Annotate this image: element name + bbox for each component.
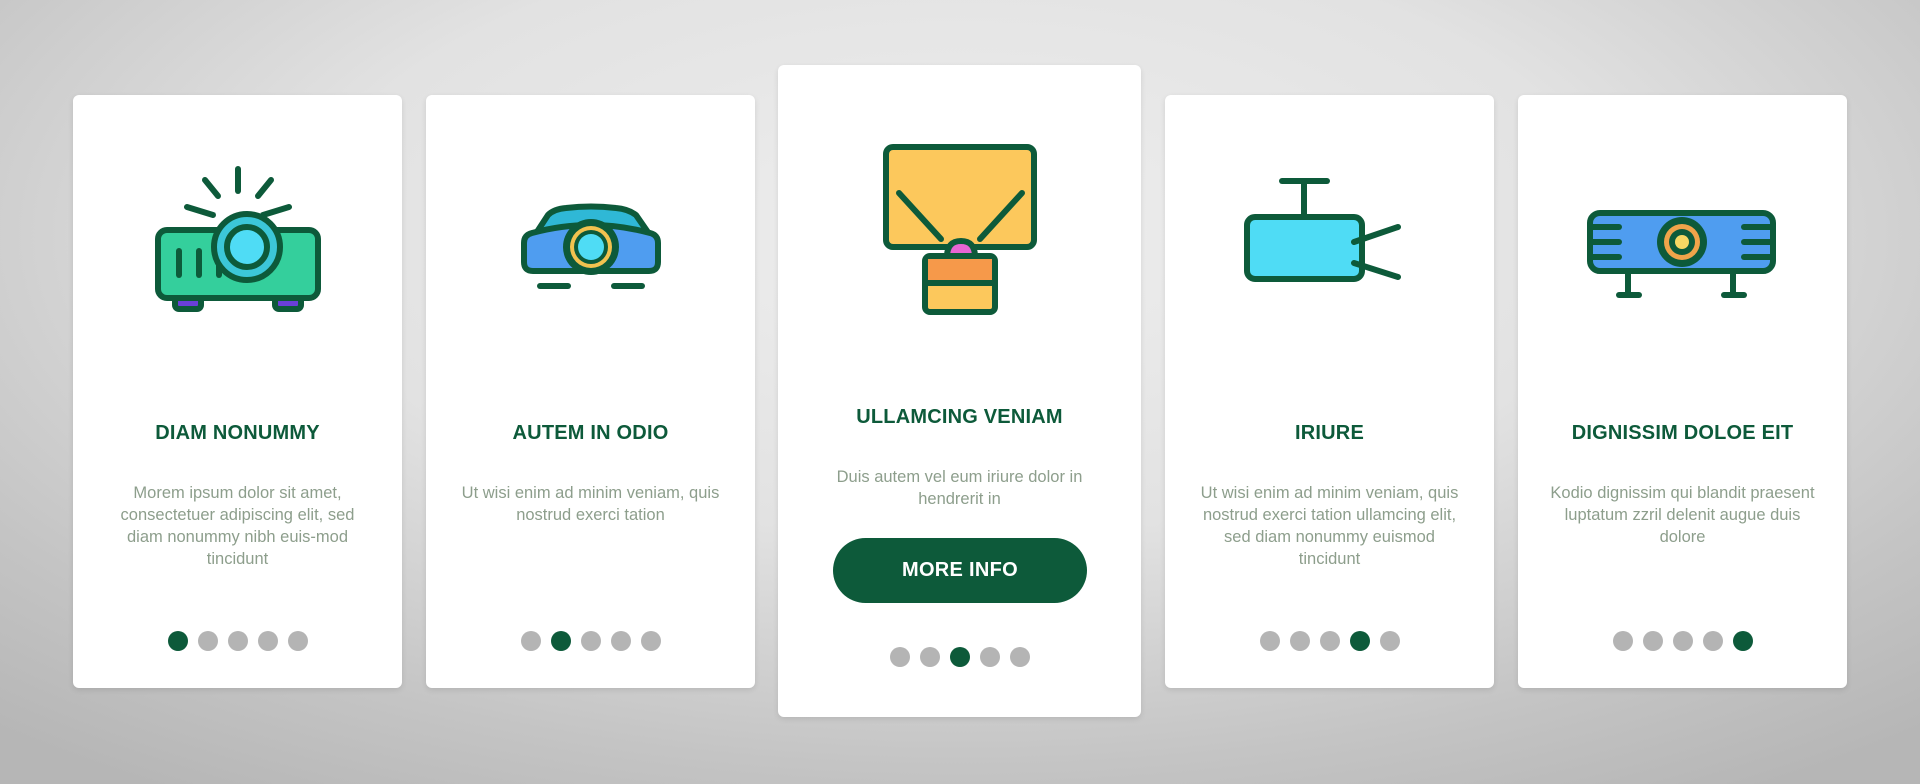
pagination-dot-5[interactable] <box>287 631 308 651</box>
pagination-dots <box>426 631 755 651</box>
pagination-dot-2[interactable] <box>1642 631 1663 651</box>
pagination-dot-4[interactable] <box>257 631 278 651</box>
projector-and-screen-icon <box>778 135 1141 315</box>
card-description: Kodio dignissim qui blandit praesent lup… <box>1550 484 1815 546</box>
pagination-dots <box>778 647 1141 667</box>
pagination-dot-1[interactable] <box>167 631 188 651</box>
pagination-dot-1[interactable] <box>889 647 910 667</box>
card-title: IRIURE <box>1295 422 1364 444</box>
card-description: Morem ipsum dolor sit amet, consectetuer… <box>120 484 355 568</box>
pagination-dot-1[interactable] <box>520 631 541 651</box>
pagination-dot-2[interactable] <box>919 647 940 667</box>
more-info-button[interactable]: MORE INFO <box>833 538 1087 603</box>
home-cinema-projector-icon <box>426 165 755 335</box>
pagination-dot-3[interactable] <box>227 631 248 651</box>
pagination-dot-4[interactable] <box>610 631 631 651</box>
pagination-dot-3[interactable] <box>1319 631 1340 651</box>
pagination-dot-1[interactable] <box>1259 631 1280 651</box>
projector-with-light-rays-icon <box>73 165 402 335</box>
pagination-dot-3[interactable] <box>1672 631 1693 651</box>
pagination-dot-1[interactable] <box>1612 631 1633 651</box>
pagination-dot-5[interactable] <box>1379 631 1400 651</box>
card-description: Duis autem vel eum iriure dolor in hendr… <box>836 468 1083 508</box>
onboarding-card-5: DIGNISSIM DOLOE EIT Kodio dignissim qui … <box>1518 95 1847 688</box>
pagination-dot-3[interactable] <box>580 631 601 651</box>
pagination-dots <box>1165 631 1494 651</box>
card-description: Ut wisi enim ad minim veniam, quis nostr… <box>1200 484 1459 568</box>
card-title: DIAM NONUMMY <box>155 422 320 444</box>
wide-projector-on-stand-icon <box>1518 165 1847 335</box>
pagination-dot-5[interactable] <box>1009 647 1030 667</box>
pagination-dot-2[interactable] <box>197 631 218 651</box>
pagination-dot-4[interactable] <box>979 647 1000 667</box>
pagination-dot-5[interactable] <box>1732 631 1753 651</box>
pagination-dot-4[interactable] <box>1349 631 1370 651</box>
onboarding-card-3: ULLAMCING VENIAM Duis autem vel eum iriu… <box>778 65 1141 717</box>
pagination-dot-3[interactable] <box>949 647 970 667</box>
pagination-dot-2[interactable] <box>550 631 571 651</box>
pagination-dots <box>1518 631 1847 651</box>
ceiling-mounted-projector-icon <box>1165 165 1494 335</box>
pagination-dots <box>73 631 402 651</box>
card-description: Ut wisi enim ad minim veniam, quis nostr… <box>461 484 720 524</box>
pagination-dot-2[interactable] <box>1289 631 1310 651</box>
pagination-dot-4[interactable] <box>1702 631 1723 651</box>
card-title: ULLAMCING VENIAM <box>856 406 1063 428</box>
onboarding-card-2: AUTEM IN ODIO Ut wisi enim ad minim veni… <box>426 95 755 688</box>
card-title: DIGNISSIM DOLOE EIT <box>1571 422 1794 444</box>
onboarding-card-4: IRIURE Ut wisi enim ad minim veniam, qui… <box>1165 95 1494 688</box>
card-title: AUTEM IN ODIO <box>512 422 669 444</box>
pagination-dot-5[interactable] <box>640 631 661 651</box>
onboarding-card-1: DIAM NONUMMY Morem ipsum dolor sit amet,… <box>73 95 402 688</box>
